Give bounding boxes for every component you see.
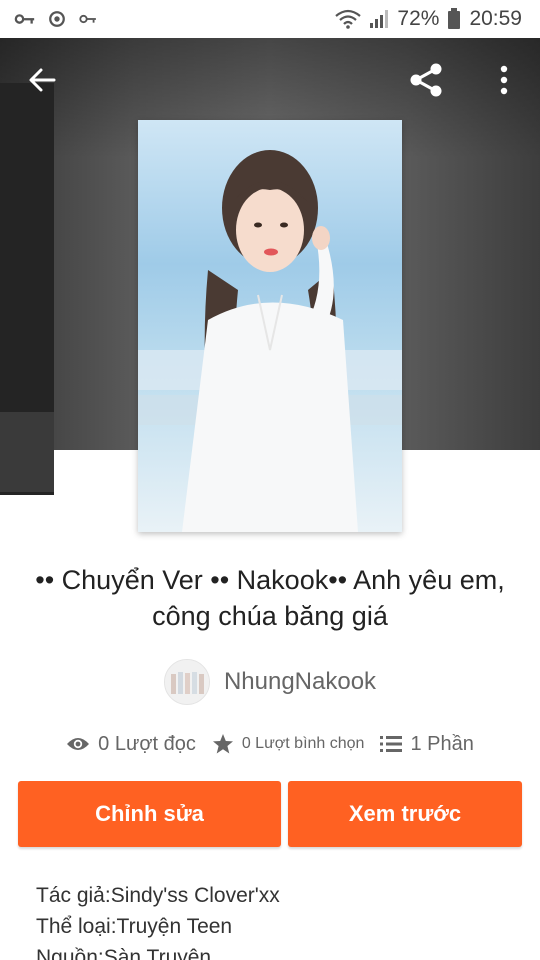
- back-button[interactable]: [20, 58, 64, 102]
- status-bar: 72% 20:59: [0, 0, 540, 38]
- adjacent-cover-left-bottom: [0, 412, 54, 492]
- sync-icon: [49, 11, 65, 27]
- edit-button[interactable]: Chỉnh sửa: [18, 781, 281, 847]
- detail-author-line: Tác giả:Sindy'ss Clover'xx: [36, 884, 280, 907]
- share-button[interactable]: [404, 58, 448, 102]
- key-icon: [14, 14, 35, 24]
- battery-percent: 72%: [397, 7, 440, 30]
- more-options-button[interactable]: [482, 58, 526, 102]
- detail-genre-line: Thể loại:Truyện Teen: [36, 915, 233, 938]
- status-right-icons: 72% 20:59: [335, 7, 522, 31]
- votes-count: 0 Lượt bình chọn: [241, 735, 365, 752]
- eye-icon: [67, 738, 90, 750]
- list-icon: [380, 736, 403, 752]
- battery-icon: [448, 8, 461, 29]
- signal-icon: [370, 10, 389, 28]
- avatar-image: [164, 660, 209, 704]
- parts-stat: 1 Phần: [380, 732, 474, 756]
- key-icon: [79, 14, 96, 24]
- status-left-icons: [14, 10, 100, 28]
- star-icon: [212, 734, 233, 754]
- story-description: Tác giả:Sindy'ss Clover'xx Thể loại:Truy…: [36, 880, 516, 960]
- reads-count: 0 Lượt đọc: [98, 732, 196, 755]
- story-stats: 0 Lượt đọc 0 Lượt bình chọn 1 Phần: [0, 728, 540, 760]
- detail-source-line: Nguồn:Sàn Truyện: [36, 946, 212, 960]
- back-arrow-icon: [29, 68, 56, 92]
- avatar[interactable]: [163, 659, 210, 705]
- reads-stat: 0 Lượt đọc: [66, 733, 196, 756]
- story-cover-image[interactable]: [138, 120, 402, 532]
- author-row[interactable]: NhungNakook: [0, 658, 540, 706]
- share-icon: [410, 63, 442, 97]
- more-vert-icon: [500, 65, 508, 95]
- votes-stat: 0 Lượt bình chọn: [212, 733, 365, 755]
- cover-illustration: [138, 150, 402, 532]
- story-title: •• Chuyển Ver •• Nakook•• Anh yêu em, cô…: [35, 565, 505, 631]
- preview-button[interactable]: Xem trước: [288, 781, 522, 847]
- wifi-icon: [335, 9, 362, 29]
- author-name[interactable]: NhungNakook: [224, 668, 376, 696]
- parts-count: 1 Phần: [410, 732, 474, 755]
- clock: 20:59: [469, 7, 522, 30]
